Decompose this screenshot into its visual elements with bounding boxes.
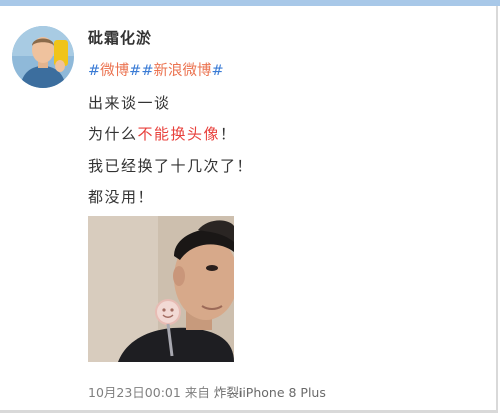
hashtag-sina-weibo[interactable]: #新浪微博#: [141, 63, 223, 79]
post-text-line: 为什么不能换头像！: [88, 125, 237, 143]
avatar-image: [12, 26, 74, 88]
hashtag-weibo[interactable]: #微博#: [88, 63, 141, 79]
post-timestamp[interactable]: 10月23日00:01: [88, 385, 181, 400]
attached-photo[interactable]: [88, 216, 234, 362]
post-meta: 10月23日00:01 来自 炸裂𝐢iPhone 8 Plus: [88, 382, 326, 401]
post-text-line: 出来谈一谈: [88, 94, 171, 112]
weibo-post-card: 砒霜化淤 #微博##新浪微博# 出来谈一谈 为什么不能换头像！ 我已经换了十几次…: [0, 6, 498, 413]
post-text-line: 都没用！: [88, 188, 155, 206]
highlighted-text: 不能换头像: [137, 125, 221, 143]
source-prefix: 来自: [184, 385, 210, 400]
photo-image: [88, 216, 234, 362]
post-source-device[interactable]: 炸裂𝐢iPhone 8 Plus: [214, 385, 326, 400]
username[interactable]: 砒霜化淤: [88, 27, 152, 48]
user-avatar[interactable]: [12, 26, 74, 88]
post-text-line: 我已经换了十几次了！: [88, 157, 254, 175]
hashtag-row: #微博##新浪微博#: [88, 59, 224, 80]
